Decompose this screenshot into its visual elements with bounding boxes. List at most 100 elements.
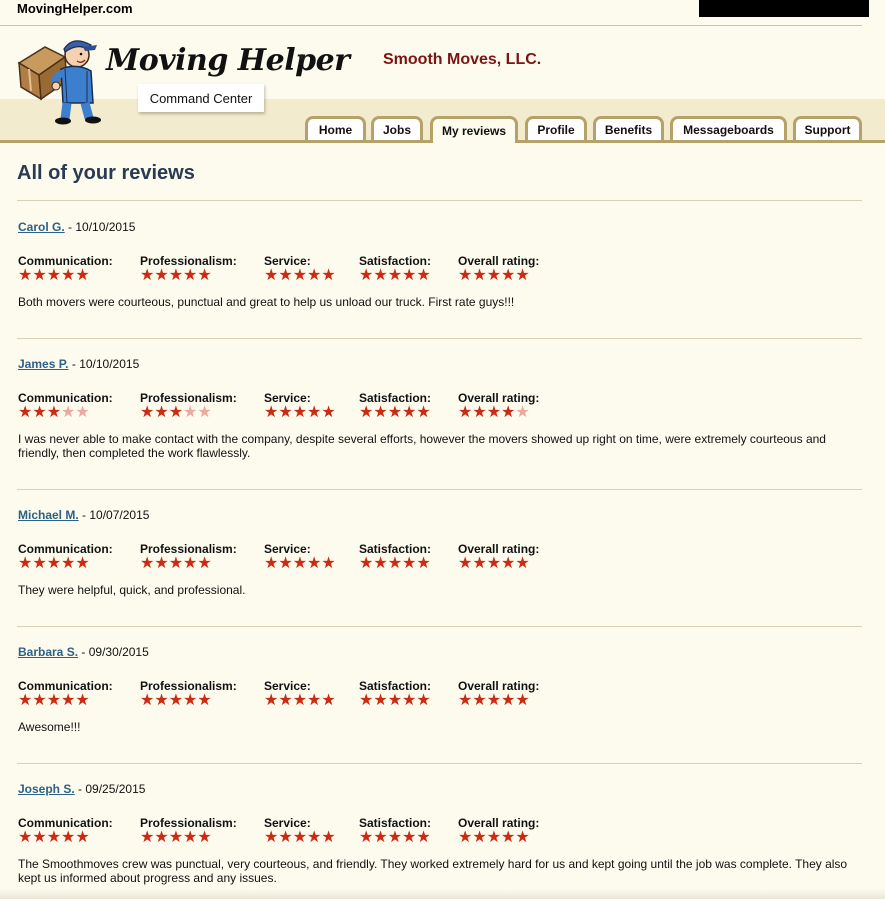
- star-filled-icon: ★: [278, 692, 293, 709]
- star-filled-icon: ★: [264, 692, 279, 709]
- star-filled-icon: ★: [307, 404, 322, 421]
- star-filled-icon: ★: [515, 692, 530, 709]
- star-rating: ★★★★★: [18, 556, 113, 572]
- star-filled-icon: ★: [387, 404, 403, 421]
- tab-profile[interactable]: Profile: [525, 116, 587, 140]
- reviewer-name-link[interactable]: Joseph S.: [18, 782, 75, 796]
- tab-my-reviews[interactable]: My reviews: [430, 116, 518, 143]
- star-rating: ★★★★★: [18, 268, 113, 284]
- star-filled-icon: ★: [359, 404, 374, 421]
- star-filled-icon: ★: [373, 692, 388, 709]
- star-filled-icon: ★: [154, 404, 169, 421]
- command-center-label: Command Center: [138, 84, 264, 112]
- star-filled-icon: ★: [515, 829, 530, 846]
- star-filled-icon: ★: [359, 267, 374, 284]
- star-filled-icon: ★: [486, 404, 502, 421]
- star-filled-icon: ★: [472, 267, 487, 284]
- star-filled-icon: ★: [278, 267, 293, 284]
- redacted-bar: [699, 0, 869, 17]
- star-filled-icon: ★: [416, 692, 431, 709]
- star-filled-icon: ★: [46, 404, 62, 421]
- star-filled-icon: ★: [292, 829, 308, 846]
- star-filled-icon: ★: [61, 829, 76, 846]
- star-filled-icon: ★: [292, 404, 308, 421]
- review-date: 10/07/2015: [89, 508, 150, 522]
- star-filled-icon: ★: [359, 555, 374, 572]
- star-filled-icon: ★: [18, 692, 33, 709]
- rating-group: Overall rating: ★★★★★: [458, 816, 539, 846]
- rating-group: Service: ★★★★★: [264, 391, 336, 421]
- rating-label: Professionalism:: [140, 391, 237, 405]
- ratings-row: Communication: ★★★★★ Professionalism: ★★★★★…: [18, 542, 858, 574]
- star-filled-icon: ★: [32, 555, 47, 572]
- star-filled-icon: ★: [486, 267, 502, 284]
- review-header: Carol G. - 10/10/2015: [18, 220, 858, 234]
- reviewer-name-link[interactable]: Carol G.: [18, 220, 65, 234]
- star-filled-icon: ★: [140, 404, 155, 421]
- rating-group: Communication: ★★★★★: [18, 254, 113, 284]
- star-filled-icon: ★: [292, 555, 308, 572]
- review-text: They were helpful, quick, and profession…: [18, 583, 246, 597]
- rating-label: Overall rating:: [458, 816, 540, 830]
- review-item: Carol G. - 10/10/2015 Communication: ★★★★★…: [18, 220, 858, 309]
- logo-text[interactable]: Moving Helper: [106, 43, 350, 78]
- rating-label: Service:: [264, 679, 311, 693]
- star-filled-icon: ★: [278, 555, 293, 572]
- star-rating: ★★★★★: [140, 405, 237, 421]
- tab-benefits[interactable]: Benefits: [593, 116, 664, 140]
- star-filled-icon: ★: [321, 267, 336, 284]
- star-filled-icon: ★: [307, 829, 322, 846]
- star-filled-icon: ★: [321, 404, 336, 421]
- reviewer-name-link[interactable]: James P.: [18, 357, 69, 371]
- star-rating: ★★★★★: [264, 830, 336, 846]
- star-empty-icon: ★: [183, 404, 198, 421]
- star-filled-icon: ★: [46, 829, 62, 846]
- rating-label: Satisfaction:: [359, 816, 432, 830]
- star-filled-icon: ★: [486, 829, 502, 846]
- star-filled-icon: ★: [416, 829, 431, 846]
- star-filled-icon: ★: [75, 267, 90, 284]
- rating-label: Professionalism:: [140, 254, 237, 268]
- star-filled-icon: ★: [32, 404, 47, 421]
- review-header: Barbara S. - 09/30/2015: [18, 645, 858, 659]
- star-filled-icon: ★: [18, 829, 33, 846]
- rating-group: Overall rating: ★★★★★: [458, 254, 539, 284]
- star-filled-icon: ★: [140, 555, 155, 572]
- review-item: Barbara S. - 09/30/2015 Communication: ★★★…: [18, 645, 858, 734]
- star-filled-icon: ★: [197, 692, 212, 709]
- tab-messageboards[interactable]: Messageboards: [670, 116, 787, 140]
- tab-jobs[interactable]: Jobs: [371, 116, 423, 140]
- rating-label: Service:: [264, 391, 311, 405]
- review-date: 10/10/2015: [75, 220, 136, 234]
- star-filled-icon: ★: [278, 829, 293, 846]
- star-empty-icon: ★: [515, 404, 530, 421]
- rating-label: Overall rating:: [458, 254, 540, 268]
- divider: [17, 626, 862, 627]
- reviewer-name-link[interactable]: Barbara S.: [18, 645, 78, 659]
- star-filled-icon: ★: [264, 404, 279, 421]
- star-filled-icon: ★: [307, 692, 322, 709]
- star-filled-icon: ★: [168, 692, 184, 709]
- review-header: Michael M. - 10/07/2015: [18, 508, 858, 522]
- rating-group: Communication: ★★★★★: [18, 679, 113, 709]
- rating-label: Overall rating:: [458, 542, 540, 556]
- tab-home[interactable]: Home: [305, 116, 366, 140]
- tab-support[interactable]: Support: [793, 116, 862, 140]
- star-rating: ★★★★★: [458, 405, 539, 421]
- star-rating: ★★★★★: [140, 268, 237, 284]
- review-item: James P. - 10/10/2015 Communication: ★★★★★…: [18, 357, 858, 460]
- reviewer-name-link[interactable]: Michael M.: [18, 508, 79, 522]
- rating-group: Professionalism: ★★★★★: [140, 254, 237, 284]
- star-filled-icon: ★: [183, 829, 198, 846]
- star-filled-icon: ★: [292, 692, 308, 709]
- rating-group: Professionalism: ★★★★★: [140, 391, 237, 421]
- rating-label: Service:: [264, 542, 311, 556]
- star-filled-icon: ★: [61, 267, 76, 284]
- page-title: All of your reviews: [17, 162, 195, 184]
- star-filled-icon: ★: [75, 692, 90, 709]
- star-filled-icon: ★: [307, 267, 322, 284]
- star-filled-icon: ★: [168, 404, 184, 421]
- star-filled-icon: ★: [321, 555, 336, 572]
- star-filled-icon: ★: [168, 555, 184, 572]
- bottom-fade: [0, 889, 885, 899]
